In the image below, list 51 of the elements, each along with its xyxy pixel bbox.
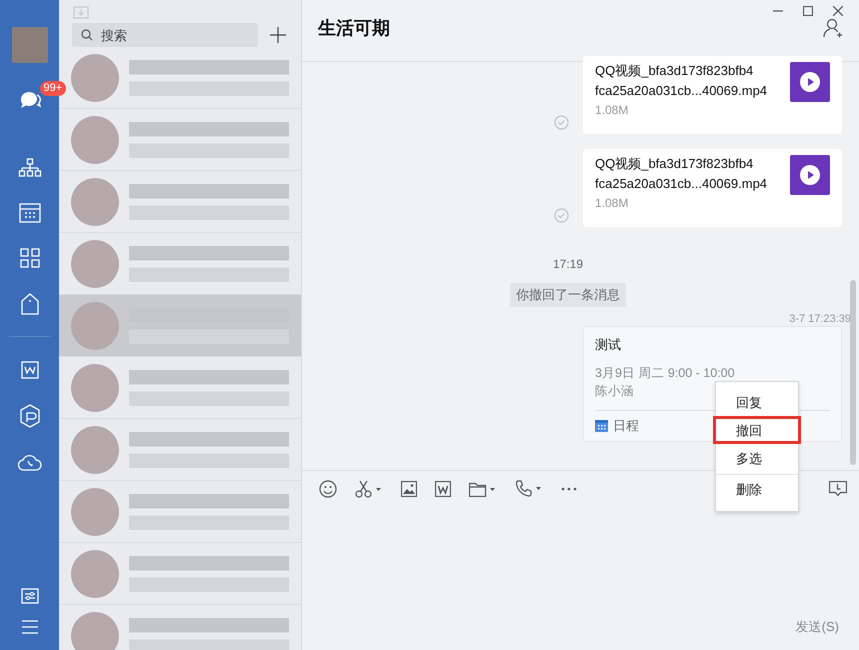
- video-play-button[interactable]: [790, 62, 830, 102]
- schedule-time: 3月9日 周二 9:00 - 10:00: [595, 365, 735, 382]
- schedule-label: 日程: [613, 417, 639, 435]
- document-w-icon[interactable]: [20, 361, 38, 379]
- phone-dropdown-icon[interactable]: [515, 480, 543, 498]
- apps-grid-icon[interactable]: [20, 248, 40, 268]
- image-icon[interactable]: [401, 481, 417, 497]
- search-field[interactable]: 搜索: [72, 23, 258, 47]
- chat-history-icon[interactable]: [829, 481, 847, 497]
- menu-item[interactable]: 回复: [716, 388, 798, 416]
- emoji-icon[interactable]: [319, 480, 337, 498]
- tag-icon[interactable]: [20, 293, 38, 315]
- hexagon-box-icon[interactable]: [18, 404, 40, 428]
- chat-title: 生活可期: [318, 17, 390, 40]
- menu-item[interactable]: 多选: [716, 444, 798, 472]
- file-name: fca25a20a031cb...40069.mp4: [595, 175, 768, 193]
- file-size: 1.08M: [595, 102, 630, 119]
- file-size: 1.08M: [595, 195, 630, 212]
- menu-item[interactable]: 删除: [716, 474, 798, 502]
- cloud-phone-icon[interactable]: [18, 453, 42, 471]
- schedule-title: 测试: [595, 336, 622, 354]
- search-input[interactable]: 搜索: [101, 28, 231, 42]
- scrollbar-thumb[interactable]: [850, 280, 856, 465]
- maximize-icon[interactable]: [803, 6, 813, 16]
- add-person-icon[interactable]: [823, 18, 843, 38]
- add-icon[interactable]: [270, 27, 286, 43]
- settings-sliders-icon[interactable]: [20, 588, 38, 604]
- message-timestamp: 3-7 17:23:39: [789, 313, 851, 325]
- word-document-icon[interactable]: [435, 481, 451, 497]
- scissors-dropdown-icon[interactable]: [355, 480, 383, 498]
- time-divider: 17:19: [552, 257, 584, 271]
- play-icon: [799, 164, 821, 186]
- menu-icon[interactable]: [20, 620, 38, 634]
- calendar-icon: [595, 420, 608, 432]
- file-message-card[interactable]: QQ视频_bfa3d173f823bfb4 fca25a20a031cb...40069.mp4 1.08M: [583, 56, 842, 134]
- org-chart-icon[interactable]: [18, 158, 42, 178]
- video-play-button[interactable]: [790, 155, 830, 195]
- unread-badge: 99+: [40, 81, 66, 96]
- folder-dropdown-icon[interactable]: [469, 481, 497, 497]
- file-name: QQ视频_bfa3d173f823bfb4: [595, 62, 754, 80]
- calendar-icon[interactable]: [18, 203, 40, 223]
- file-message-card[interactable]: QQ视频_bfa3d173f823bfb4 fca25a20a031cb...40069.mp4 1.08M: [583, 149, 842, 227]
- file-name: fca25a20a031cb...40069.mp4: [595, 82, 768, 100]
- file-name: QQ视频_bfa3d173f823bfb4: [595, 155, 754, 173]
- system-notice: 你撤回了一条消息: [510, 283, 626, 307]
- schedule-organizer: 陈小涵: [595, 383, 634, 400]
- menu-item[interactable]: 撤回: [713, 416, 801, 444]
- close-icon[interactable]: [833, 6, 843, 16]
- search-icon: [81, 29, 93, 41]
- more-icon[interactable]: [561, 487, 577, 491]
- play-icon: [799, 71, 821, 93]
